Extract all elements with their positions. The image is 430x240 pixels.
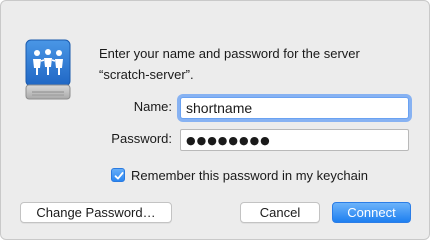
file-server-icon [24, 39, 72, 103]
remember-checkbox[interactable] [111, 168, 125, 182]
remember-password-row[interactable]: Remember this password in my keychain [111, 166, 368, 184]
checkmark-icon [114, 172, 124, 180]
cancel-button[interactable]: Cancel [240, 202, 320, 223]
name-label: Name: [133, 99, 172, 114]
prompt-message: Enter your name and password for the ser… [99, 43, 399, 85]
connect-button[interactable]: Connect [332, 202, 411, 223]
remember-label: Remember this password in my keychain [131, 167, 368, 183]
name-field[interactable] [180, 97, 409, 119]
password-field[interactable] [180, 129, 409, 151]
change-password-button[interactable]: Change Password… [20, 202, 172, 223]
prompt-line-1: Enter your name and password for the ser… [99, 46, 360, 61]
login-dialog: Enter your name and password for the ser… [0, 0, 430, 240]
password-label: Password: [111, 131, 172, 146]
prompt-line-2: “scratch-server”. [99, 67, 194, 82]
